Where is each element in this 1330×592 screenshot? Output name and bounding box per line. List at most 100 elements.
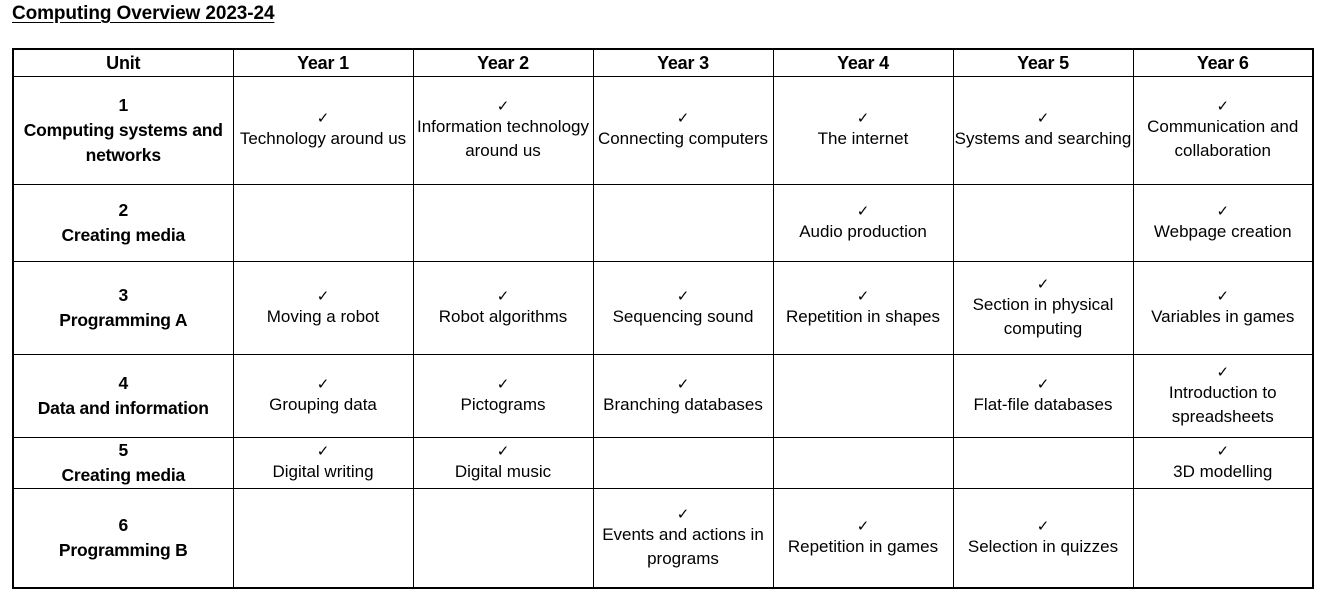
- table-row: 4 Data and information ✓ Grouping data ✓…: [12, 354, 1314, 438]
- unit-cell: 4 Data and information: [12, 354, 234, 438]
- unit-cell: 2 Creating media: [12, 184, 234, 262]
- topic-label: Technology around us: [239, 129, 407, 148]
- topic-label: Digital writing: [272, 461, 374, 481]
- topic-cell-year-2: [412, 488, 594, 589]
- topic-cell-year-5: [952, 437, 1134, 489]
- topic-label: Variables in games: [1151, 306, 1295, 326]
- page-title: Computing Overview 2023-24: [12, 3, 275, 24]
- topic-label: Selection in quizzes: [967, 536, 1119, 556]
- table-header-row: Unit Year 1 Year 2 Year 3 Year 4 Year 5 …: [12, 48, 1314, 77]
- topic-cell-year-5: ✓ Section in physical computing: [952, 261, 1134, 355]
- topic-cell-year-6: ✓ Communication and collaboration: [1132, 76, 1314, 185]
- check-icon: ✓: [316, 374, 330, 393]
- topic-label: Section in physical computing: [972, 294, 1114, 338]
- check-icon: [954, 455, 1133, 472]
- topic-label: Pictograms: [460, 394, 546, 414]
- topic-label: Events and actions in programs: [602, 524, 764, 568]
- topic-cell-year-6: [1132, 488, 1314, 589]
- topic-cell-year-4: ✓ Repetition in games: [772, 488, 954, 589]
- topic-cell-year-6: ✓ Webpage creation: [1132, 184, 1314, 262]
- check-icon: ✓: [856, 201, 870, 220]
- topic-cell-year-4: [772, 354, 954, 438]
- unit-number: 4: [118, 373, 129, 393]
- check-icon: ✓: [316, 441, 330, 460]
- topic-cell-year-6: ✓ Introduction to spreadsheets: [1132, 354, 1314, 438]
- check-icon: ✓: [496, 374, 510, 393]
- table-row: 3 Programming A ✓ Moving a robot ✓ Robot…: [12, 261, 1314, 355]
- topic-cell-year-1: ✓ Digital writing: [232, 437, 414, 489]
- topic-cell-year-3: ✓ Connecting computers: [592, 76, 774, 185]
- check-icon: ✓: [856, 516, 870, 535]
- column-header-year-3: Year 3: [592, 48, 774, 77]
- column-header-unit: Unit: [12, 48, 234, 77]
- check-icon: [774, 455, 953, 472]
- topic-label: Connecting computers: [597, 129, 769, 148]
- check-icon: ✓: [676, 286, 690, 305]
- unit-cell: 1 Computing systems and networks: [12, 76, 234, 185]
- topic-cell-year-4: ✓ Audio production: [772, 184, 954, 262]
- unit-cell: 6 Programming B: [12, 488, 234, 589]
- check-icon: [1134, 530, 1313, 547]
- topic-cell-year-6: ✓ 3D modelling: [1132, 437, 1314, 489]
- check-icon: ✓: [676, 374, 690, 393]
- page-root: Computing Overview 2023-24 Unit Year 1 Y…: [0, 0, 1330, 592]
- check-icon: ✓: [856, 109, 870, 127]
- check-icon: ✓: [1036, 516, 1050, 535]
- topic-cell-year-4: ✓ Repetition in shapes: [772, 261, 954, 355]
- topic-cell-year-1: [232, 488, 414, 589]
- unit-number: 1: [118, 95, 129, 115]
- check-icon: ✓: [856, 286, 870, 305]
- topic-label: Information technology around us: [417, 117, 589, 160]
- topic-cell-year-6: ✓ Variables in games: [1132, 261, 1314, 355]
- check-icon: ✓: [1216, 286, 1230, 305]
- check-icon: [774, 388, 953, 405]
- unit-cell: 3 Programming A: [12, 261, 234, 355]
- check-icon: ✓: [676, 504, 690, 523]
- topic-cell-year-4: ✓ The internet: [772, 76, 954, 185]
- table-row: 5 Creating media ✓ Digital writing ✓ Dig…: [12, 437, 1314, 489]
- unit-name: Computing systems and networks: [23, 120, 223, 165]
- unit-cell: 5 Creating media: [12, 437, 234, 489]
- column-header-year-4: Year 4: [772, 48, 954, 77]
- topic-cell-year-3: ✓ Branching databases: [592, 354, 774, 438]
- check-icon: ✓: [676, 109, 690, 127]
- check-icon: ✓: [316, 286, 330, 305]
- topic-cell-year-1: ✓ Grouping data: [232, 354, 414, 438]
- unit-name: Creating media: [61, 225, 186, 245]
- topic-cell-year-1: ✓ Moving a robot: [232, 261, 414, 355]
- check-icon: ✓: [1036, 374, 1050, 393]
- topic-cell-year-3: ✓ Events and actions in programs: [592, 488, 774, 589]
- unit-number: 5: [118, 440, 129, 460]
- check-icon: [594, 215, 773, 232]
- topic-label: Audio production: [799, 221, 927, 241]
- topic-cell-year-1: ✓ Technology around us: [232, 76, 414, 185]
- topic-label: Webpage creation: [1153, 221, 1292, 241]
- topic-cell-year-2: ✓ Robot algorithms: [412, 261, 594, 355]
- computing-overview-table: Unit Year 1 Year 2 Year 3 Year 4 Year 5 …: [12, 48, 1314, 589]
- topic-label: Robot algorithms: [438, 306, 568, 326]
- computing-overview-table-wrapper: Unit Year 1 Year 2 Year 3 Year 4 Year 5 …: [12, 48, 1314, 589]
- check-icon: ✓: [1216, 97, 1230, 115]
- topic-label: Branching databases: [603, 394, 763, 414]
- topic-label: Introduction to spreadsheets: [1168, 382, 1277, 426]
- unit-name: Programming A: [59, 310, 188, 330]
- topic-cell-year-5: ✓ Systems and searching: [952, 76, 1134, 185]
- topic-label: 3D modelling: [1173, 461, 1273, 481]
- unit-name: Data and information: [37, 398, 209, 418]
- check-icon: [234, 530, 413, 547]
- topic-label: Repetition in games: [787, 536, 939, 556]
- topic-label: Communication and collaboration: [1147, 117, 1299, 160]
- check-icon: ✓: [1216, 362, 1230, 381]
- column-header-year-5: Year 5: [952, 48, 1134, 77]
- check-icon: ✓: [496, 97, 510, 115]
- table-body: 1 Computing systems and networks ✓ Techn…: [12, 76, 1314, 589]
- topic-cell-year-4: [772, 437, 954, 489]
- topic-cell-year-2: ✓ Digital music: [412, 437, 594, 489]
- check-icon: [954, 215, 1133, 232]
- check-icon: ✓: [496, 441, 510, 460]
- check-icon: [594, 455, 773, 472]
- check-icon: [414, 530, 593, 547]
- topic-cell-year-5: [952, 184, 1134, 262]
- topic-label: Moving a robot: [266, 306, 380, 326]
- unit-number: 6: [118, 515, 129, 535]
